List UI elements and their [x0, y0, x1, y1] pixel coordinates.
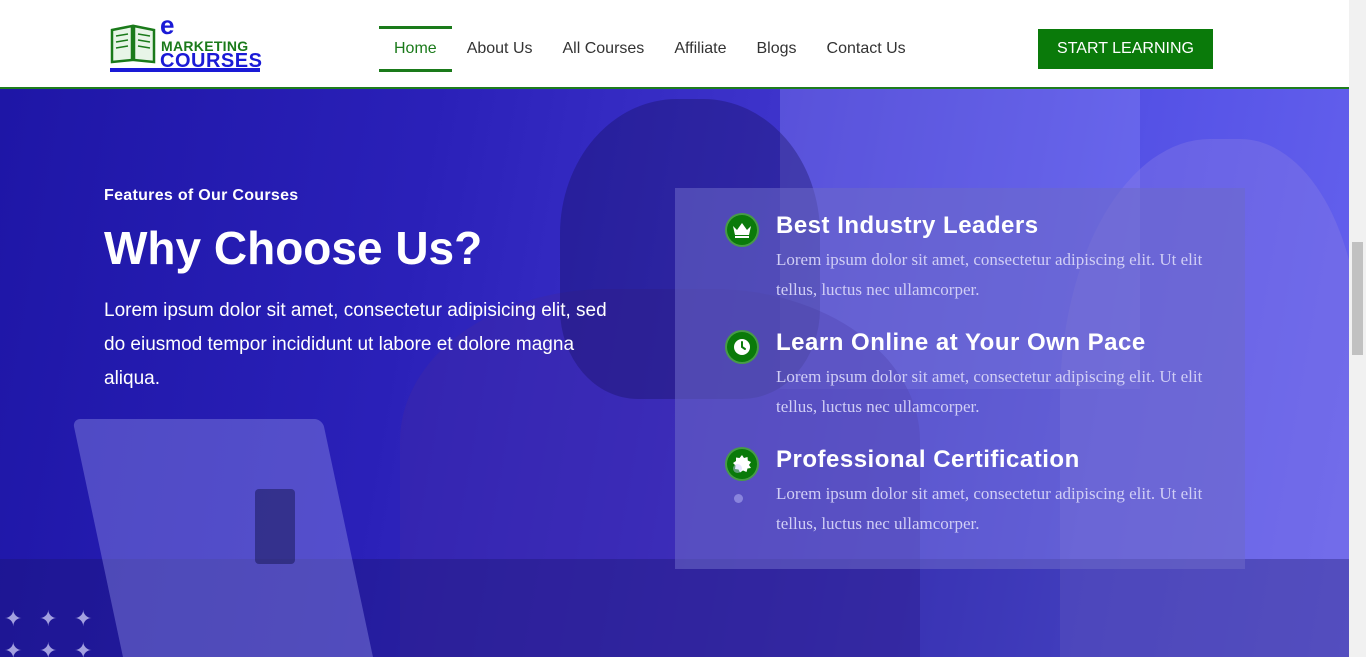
- feature-title: Learn Online at Your Own Pace: [776, 329, 1146, 356]
- logo-underline: [110, 68, 260, 72]
- site-logo[interactable]: e MARKETING COURSES: [110, 12, 262, 74]
- background-photo-mug: [255, 489, 295, 564]
- sparkle-icon: ✦: [4, 639, 23, 657]
- start-learning-button[interactable]: START LEARNING: [1038, 29, 1213, 69]
- sparkle-icon: ✦: [74, 639, 93, 657]
- certificate-badge-icon: [725, 447, 759, 481]
- feature-description: Lorem ipsum dolor sit amet, consectetur …: [776, 484, 1203, 533]
- feature-description: Lorem ipsum dolor sit amet, consectetur …: [776, 367, 1203, 416]
- clock-icon: [725, 330, 759, 364]
- crown-icon: [725, 213, 759, 247]
- nav-item-all-courses[interactable]: All Courses: [548, 26, 660, 72]
- section-description: Lorem ipsum dolor sit amet, consectetur …: [104, 300, 607, 389]
- feature-title: Best Industry Leaders: [776, 212, 1039, 239]
- sparkle-icon: ✦: [4, 607, 23, 632]
- main-nav: Home About Us All Courses Affiliate Blog…: [379, 26, 921, 72]
- nav-item-blogs[interactable]: Blogs: [742, 26, 812, 72]
- sparkle-icon: ✦: [74, 607, 93, 632]
- sparkle-icon: ✦: [39, 607, 58, 632]
- feature-title: Professional Certification: [776, 446, 1080, 473]
- background-photo-laptop: [72, 419, 378, 657]
- site-header: e MARKETING COURSES Home About Us All Co…: [0, 0, 1349, 89]
- nav-item-about-us[interactable]: About Us: [452, 26, 548, 72]
- section-eyebrow: Features of Our Courses: [104, 187, 299, 204]
- section-headline: Why Choose Us?: [104, 222, 483, 274]
- logo-text-e: e: [160, 10, 175, 40]
- decorative-dot: [734, 494, 743, 503]
- nav-item-contact-us[interactable]: Contact Us: [812, 26, 921, 72]
- decorative-dot: [733, 464, 742, 473]
- page-scrollbar-thumb[interactable]: [1352, 242, 1363, 355]
- sparkle-icon: ✦: [39, 639, 58, 657]
- nav-item-affiliate[interactable]: Affiliate: [659, 26, 741, 72]
- feature-description: Lorem ipsum dolor sit amet, consectetur …: [776, 250, 1203, 299]
- why-choose-us-section: Features of Our Courses Why Choose Us? L…: [0, 89, 1349, 657]
- nav-item-home[interactable]: Home: [379, 26, 452, 72]
- features-panel: Best Industry Leaders Lorem ipsum dolor …: [675, 188, 1245, 569]
- open-book-icon: [110, 24, 156, 64]
